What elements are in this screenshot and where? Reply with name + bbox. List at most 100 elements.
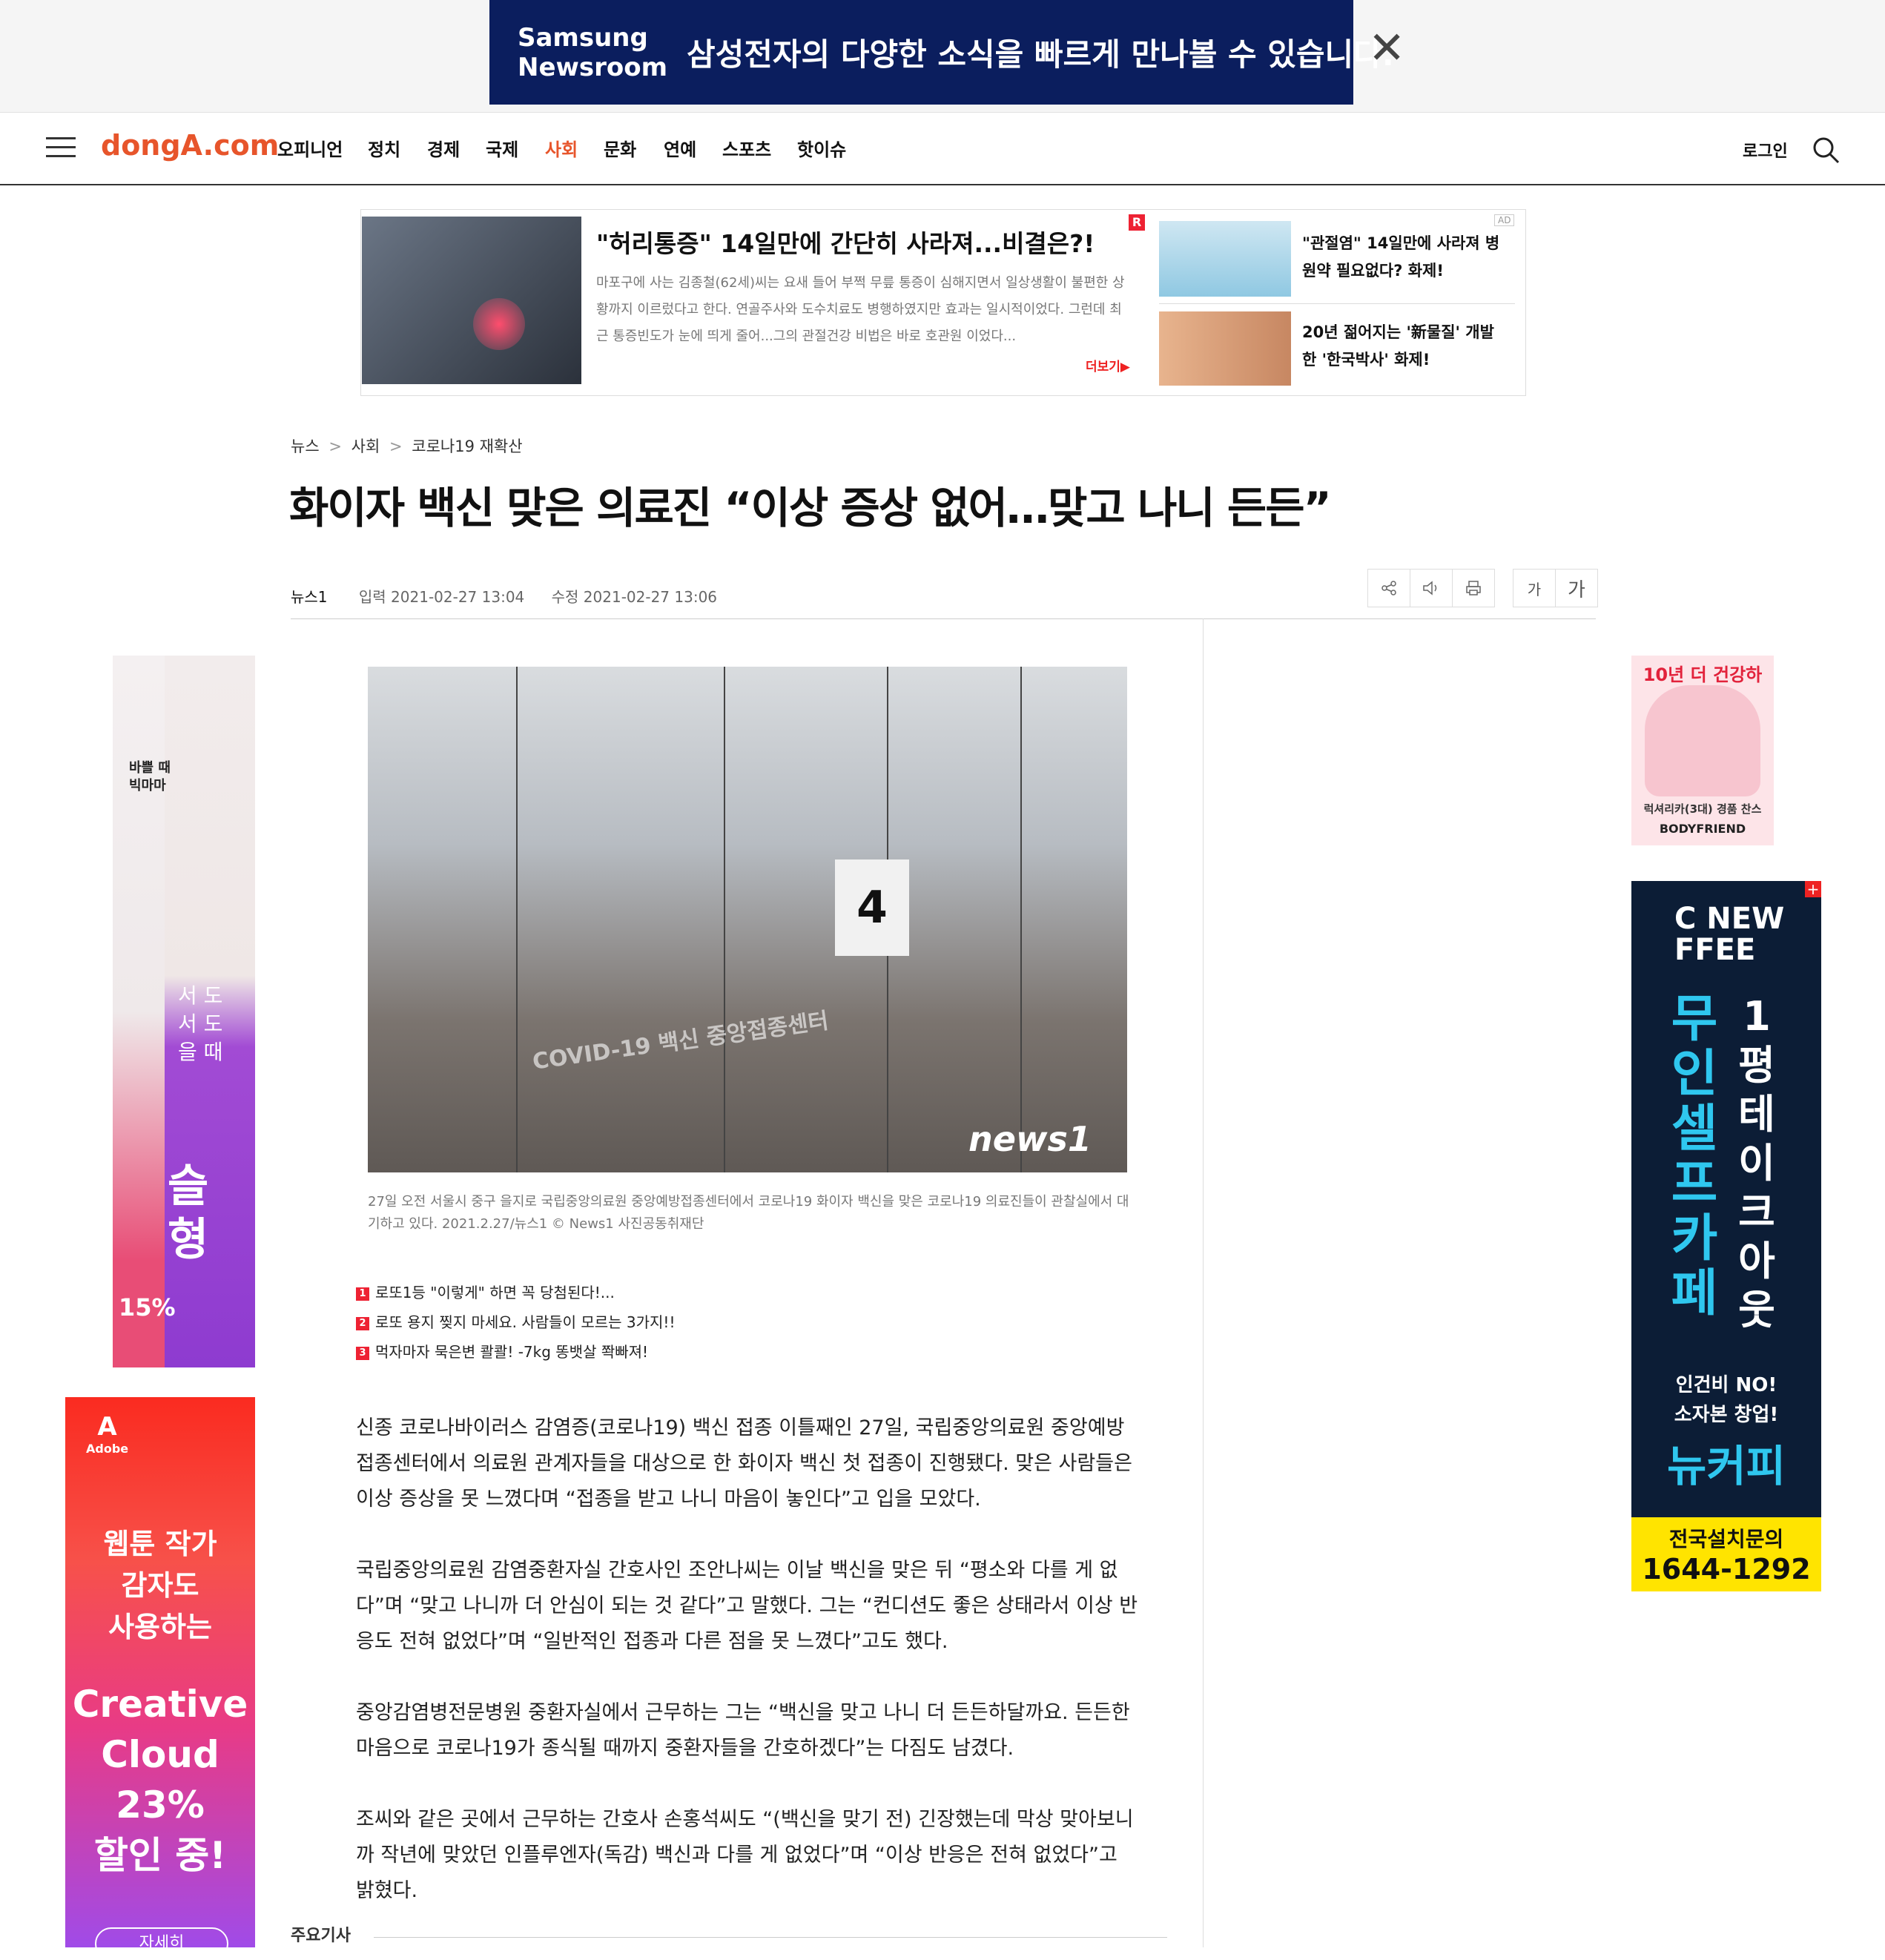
article-headline: 화이자 백신 맞은 의료진 “이상 증상 없어…맞고 나니 든든” (289, 483, 1332, 533)
ad-text: 바쁠 때 빅마마 (129, 760, 171, 793)
left-ad-clinic[interactable]: 바쁠 때 빅마마 서 도 서 도 을 때 슬 형 15% (113, 656, 255, 1367)
ad-detail-button[interactable]: 자세히 (95, 1927, 228, 1960)
login-link[interactable]: 로그인 (1743, 138, 1788, 162)
related-link[interactable]: 2 로또 용지 찢지 마세요. 사람들이 모르는 3가지!! (356, 1310, 675, 1332)
nav-item-hot-issue[interactable]: 핫이슈 (797, 135, 846, 161)
ad-brand-line2: Newsroom (518, 52, 668, 82)
close-icon[interactable]: ✕ (1368, 26, 1405, 70)
article-source: 뉴스1 (291, 588, 328, 606)
ad-line: 감자도 (121, 1569, 199, 1602)
newcoffee-logo: C NEW FFEE (1674, 902, 1785, 967)
left-ad-adobe[interactable]: A Adobe 웹툰 작가 감자도 사용하는 Creative Cloud 23%… (65, 1397, 255, 1960)
font-size-down-button[interactable]: 가 (1513, 569, 1556, 607)
related-link-text: 로또 용지 찢지 마세요. 사람들이 모르는 3가지!! (375, 1313, 676, 1331)
nav-item-economy[interactable]: 경제 (427, 135, 460, 161)
ad-message: 삼성전자의 다양한 소식을 빠르게 만나볼 수 있습니다. (687, 36, 1394, 73)
article-byline: 뉴스1 입력 2021-02-27 13:04 수정 2021-02-27 13… (291, 585, 717, 607)
article-paragraph: 조씨와 같은 곳에서 근무하는 간호사 손홍석씨도 “(백신을 맞기 전) 긴장… (356, 1808, 1134, 1902)
ad-image-knee[interactable] (1159, 221, 1291, 297)
article-photo[interactable]: 4 COVID-19 백신 중앙접종센터 news1 (368, 667, 1127, 1172)
breadcrumb-sep: > (329, 438, 342, 455)
ad-text: Creative Cloud 23% 할인 중! (65, 1679, 255, 1881)
ad-brand-line1: Samsung (518, 22, 648, 53)
print-icon[interactable] (1452, 569, 1495, 607)
ad-text: 웹툰 작가 감자도 사용하는 (65, 1523, 255, 1648)
nav-item-culture[interactable]: 문화 (604, 135, 636, 161)
font-size-up-button[interactable]: 가 (1555, 569, 1598, 607)
nav-item-opinion[interactable]: 오피니언 (277, 135, 343, 161)
news1-watermark: news1 (968, 1119, 1092, 1159)
nav-item-entertainment[interactable]: 연예 (664, 135, 696, 161)
nav-item-politics[interactable]: 정치 (368, 135, 400, 161)
adobe-logo-mark: A (97, 1412, 117, 1442)
divider (374, 1937, 1167, 1938)
ad-text: 서 도 서 도 을 때 (178, 983, 223, 1064)
ad-line: 23% (116, 1784, 205, 1827)
ad-line: Creative (72, 1683, 248, 1726)
divider (1159, 303, 1515, 304)
ad-line: Cloud (101, 1733, 219, 1776)
ad-contact-box: 전국설치문의 1644-1292 (1631, 1517, 1821, 1591)
related-link-text: 먹자마자 묵은변 콸콸! -7kg 똥뱃살 쫙빠져! (375, 1343, 649, 1361)
ad-badge: AD (1494, 214, 1515, 226)
hamburger-menu-icon[interactable] (46, 137, 76, 158)
ad-side-headline-2[interactable]: 20년 젊어지는 '新물질' 개발한 '한국박사' 화제! (1302, 319, 1502, 374)
ad-brand: Samsung Newsroom (518, 22, 668, 82)
ad-text: 슬 형 (168, 1161, 209, 1266)
ad-brand-name: 뉴커피 (1666, 1441, 1786, 1491)
breadcrumb: 뉴스 > 사회 > 코로나19 재확산 (291, 435, 527, 457)
main-articles-label: 주요기사 (291, 1927, 351, 1945)
related-link[interactable]: 1 로또1등 "이렇게" 하면 꼭 당첨된다!... (356, 1281, 615, 1302)
ad-contact-label: 전국설치문의 (1668, 1527, 1784, 1551)
ad-subtitle: 럭셔리카(3대) 경품 찬스 (1643, 802, 1762, 816)
ad-side-headline-1[interactable]: "관절염" 14일만에 사라져 병원약 필요없다? 화제! (1302, 230, 1502, 285)
search-icon[interactable] (1811, 135, 1841, 165)
ad-phone: 1644-1292 (1642, 1553, 1811, 1586)
breadcrumb-society[interactable]: 사회 (351, 438, 380, 455)
article-paragraph: 중앙감염병전문병원 중환자실에서 근무하는 그는 “백신을 맞고 나니 더 든든… (356, 1701, 1130, 1760)
site-logo[interactable]: dongA.com (101, 129, 279, 162)
ad-vertical-text: 1평테이크아웃 (1738, 993, 1775, 1333)
breadcrumb-sep: > (389, 438, 403, 455)
booth-sign: 4 (835, 859, 909, 956)
modify-time: 수정 2021-02-27 13:06 (551, 588, 718, 606)
breadcrumb-news[interactable]: 뉴스 (291, 438, 320, 455)
article-paragraph: 국립중앙의료원 감염중환자실 간호사인 조안나씨는 이날 백신을 맞은 뒤 “평… (356, 1559, 1138, 1653)
ad-line: 소자본 창업! (1674, 1404, 1779, 1426)
header-divider (291, 618, 1596, 619)
nav-item-sports[interactable]: 스포츠 (722, 135, 771, 161)
nav-item-international[interactable]: 국제 (486, 135, 518, 161)
ad-line: 사용하는 (108, 1611, 212, 1643)
right-ad-bodyfriend[interactable]: 10년 더 건강하게! 럭셔리카(3대) 경품 찬스 BODYFRIEND (1631, 656, 1774, 845)
rank-badge: 1 (356, 1287, 369, 1301)
ad-line: 웹툰 작가 (103, 1528, 217, 1560)
ad-text: 15% (119, 1293, 176, 1321)
input-time: 입력 2021-02-27 13:04 (358, 588, 525, 606)
adobe-logo-icon: A Adobe (86, 1412, 128, 1456)
photo-caption: 27일 오전 서울시 중구 을지로 국립중앙의료원 중앙예방접종센터에서 코로나… (368, 1194, 1129, 1232)
column-divider (1203, 618, 1204, 1947)
samsung-newsroom-ad[interactable]: Samsung Newsroom 삼성전자의 다양한 소식을 빠르게 만나볼 수… (489, 0, 1394, 105)
right-ad-newcoffee[interactable]: + C NEW FFEE 무인셀프카페 1평테이크아웃 인건비 NO! 소자본 … (1631, 881, 1821, 1591)
rank-badge: 2 (356, 1316, 369, 1330)
related-link-text: 로또1등 "이렇게" 하면 꼭 당첨된다!... (375, 1284, 615, 1301)
share-icon[interactable] (1367, 569, 1410, 607)
rank-badge: 3 (356, 1346, 369, 1360)
ad-line: 인건비 NO! (1675, 1374, 1777, 1396)
photo-floor-text: COVID-19 백신 중앙접종센터 (531, 1008, 831, 1075)
ad-image-face[interactable] (1159, 311, 1291, 386)
adobe-logo-text: Adobe (86, 1442, 129, 1456)
nav-item-society[interactable]: 사회 (545, 135, 578, 161)
ad-vertical-text: 무인셀프카페 (1671, 990, 1718, 1323)
ad-description: 마포구에 사는 김종철(62세)씨는 요새 들어 부쩍 무릎 통증이 심해지면서… (596, 275, 1125, 344)
related-link[interactable]: 3 먹자마자 묵은변 콸콸! -7kg 똥뱃살 쫙빠져! (356, 1340, 648, 1362)
ad-brand: BODYFRIEND (1659, 822, 1746, 836)
ad-r-badge: R (1129, 214, 1145, 231)
ad-title[interactable]: "허리통증" 14일만에 간단히 사라져...비결은?! (596, 224, 1095, 260)
plus-icon: + (1805, 881, 1821, 897)
breadcrumb-covid[interactable]: 코로나19 재확산 (412, 438, 522, 455)
speaker-icon[interactable] (1410, 569, 1453, 607)
ad-image-back-pain[interactable] (362, 217, 581, 384)
ad-copy: 인건비 NO! 소자본 창업! (1631, 1370, 1821, 1430)
ad-more-link[interactable]: 더보기▶ (1086, 356, 1130, 374)
